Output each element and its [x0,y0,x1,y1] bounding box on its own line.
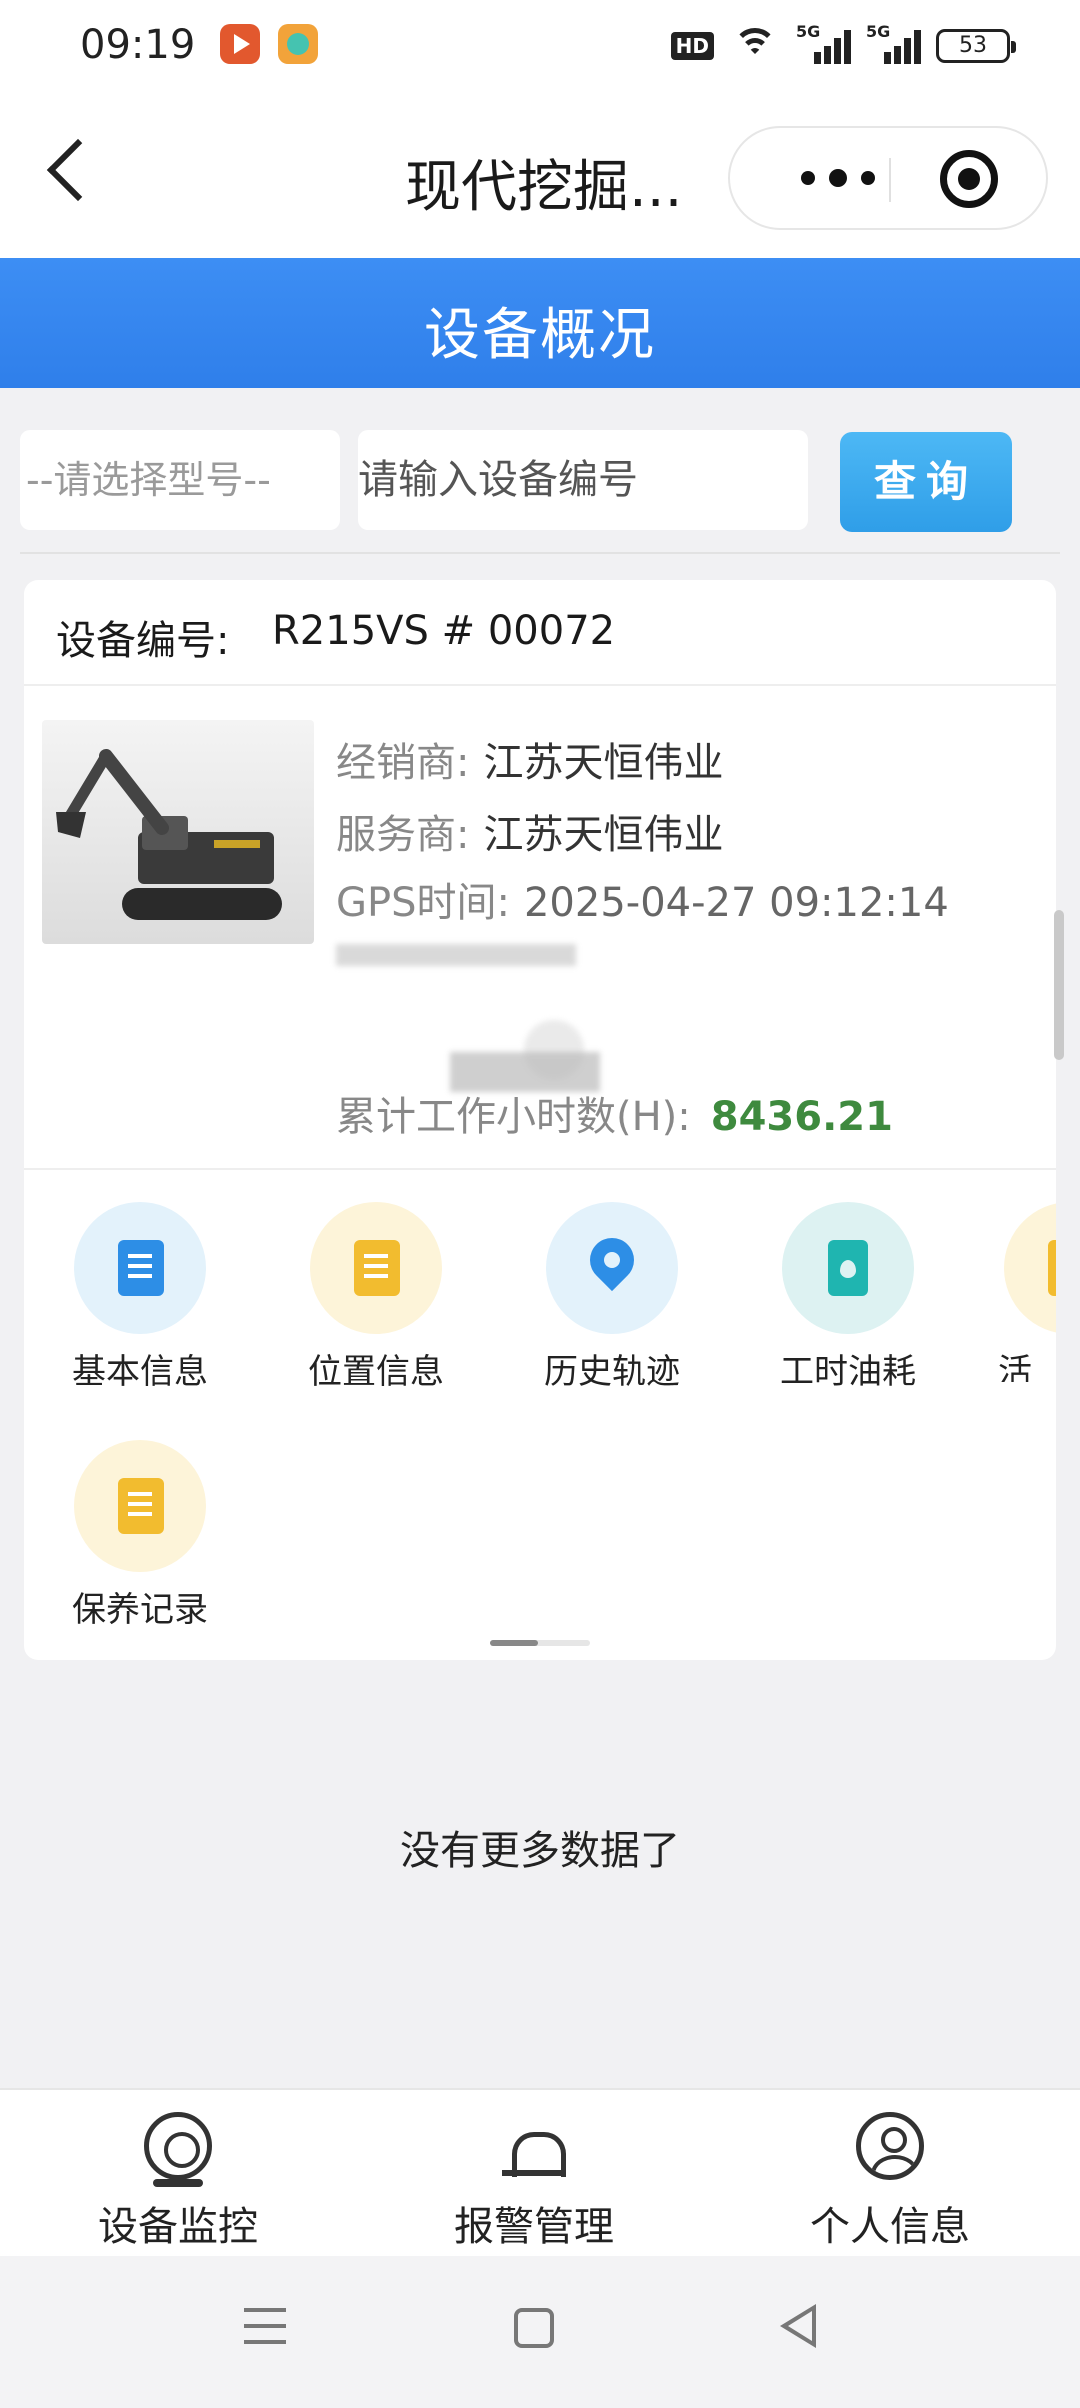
menu-label: 基本信息 [72,1352,208,1392]
device-number-row: 设备编号: R215VS # 00072 [24,580,1056,686]
search-row: --请选择型号-- 查询 [0,420,1080,550]
section-title: 设备概况 [424,303,656,368]
dealer-line: 经销商: 江苏天恒伟业 [336,730,723,788]
device-number-label: 设备编号: [56,618,230,664]
redacted-area [336,944,576,966]
dealer-label: 经销商: [336,740,470,786]
gps-time-label: GPS时间: [336,880,510,926]
capsule-divider [889,158,891,202]
service-line: 服务商: 江苏天恒伟业 [336,802,723,860]
alarm-icon [500,2112,568,2180]
title-bar: 现代挖掘... [0,100,1080,258]
menu-hours-fuel[interactable]: 工时油耗 [748,1202,948,1392]
section-header: 设备概况 [0,258,1080,388]
media-app-icon [278,24,318,64]
tab-device-monitor[interactable]: 设备监控 [28,2112,328,2252]
hd-badge: HD [670,32,714,60]
document-icon [118,1478,164,1534]
location-pin-icon [580,1228,644,1292]
wifi-icon [732,28,778,64]
menu-label: 保养记录 [72,1590,208,1630]
person-icon [856,2112,924,2180]
system-nav-bar [0,2256,1080,2408]
tab-label: 设备监控 [98,2204,258,2250]
page-title: 现代挖掘... [405,155,683,220]
device-number-value: R215VS # 00072 [272,608,616,654]
work-hours-line: 累计工作小时数(H): 8436.21 [336,1084,893,1142]
work-hours-label: 累计工作小时数(H): [336,1094,691,1140]
tab-personal-info[interactable]: 个人信息 [740,2112,1040,2252]
status-indicators: HD 5G 5G 53 [670,22,1016,66]
device-card[interactable]: 设备编号: R215VS # 00072 经销商: 江苏天恒伟业 服务商: 江苏天恒… [24,580,1056,1660]
document-icon [354,1240,400,1296]
service-label: 服务商: [336,812,470,858]
nav-back-icon[interactable] [780,2304,816,2348]
back-icon[interactable] [46,138,110,202]
status-time: 09:19 [80,22,196,68]
mini-program-capsule [728,126,1048,230]
menu-history-track[interactable]: 历史轨迹 [512,1202,712,1392]
status-bar: 09:19 HD 5G 5G 53 [0,0,1080,100]
tab-alarm-management[interactable]: 报警管理 [384,2112,684,2252]
fuel-drum-icon [828,1240,868,1296]
tab-label: 报警管理 [454,2204,614,2250]
signal-icon: 5G [796,22,851,66]
battery-icon: 53 [936,29,1016,63]
device-number-input[interactable] [358,430,808,530]
menu-label: 活 [998,1352,1032,1382]
menu-label: 位置信息 [308,1352,444,1392]
signal-icon: 5G [866,22,921,66]
gps-time-line: GPS时间: 2025-04-27 09:12:14 [336,870,949,928]
gps-time-value: 2025-04-27 09:12:14 [523,880,949,926]
query-button[interactable]: 查询 [840,432,1012,532]
menu-basic-info[interactable]: 基本信息 [40,1202,240,1392]
more-icon[interactable] [778,128,898,228]
divider [20,552,1060,554]
menu-label: 历史轨迹 [544,1352,680,1392]
document-icon [118,1240,164,1296]
menu-position-info[interactable]: 位置信息 [276,1202,476,1392]
excavator-image [42,720,314,944]
page-scrollbar[interactable] [1054,910,1064,1060]
tab-label: 个人信息 [810,2204,970,2250]
bottom-tab-bar: 设备监控 报警管理 个人信息 [0,2088,1080,2256]
no-more-data-text: 没有更多数据了 [400,1828,680,1874]
menu-scroll-indicator [490,1640,590,1646]
camera-icon [144,2112,212,2187]
document-icon [1048,1240,1056,1296]
work-hours-value: 8436.21 [710,1094,893,1140]
close-target-icon[interactable] [940,150,998,208]
model-select[interactable]: --请选择型号-- [20,430,340,530]
service-value: 江苏天恒伟业 [483,812,724,858]
menu-item-partial[interactable]: 活 [984,1202,1056,1382]
menu-maintenance-records[interactable]: 保养记录 [40,1440,240,1630]
card-divider [24,1168,1056,1170]
recent-apps-icon[interactable] [244,2308,286,2344]
home-icon[interactable] [514,2308,554,2348]
dealer-value: 江苏天恒伟业 [483,740,724,786]
menu-label: 工时油耗 [780,1352,916,1392]
video-app-icon [220,24,260,64]
